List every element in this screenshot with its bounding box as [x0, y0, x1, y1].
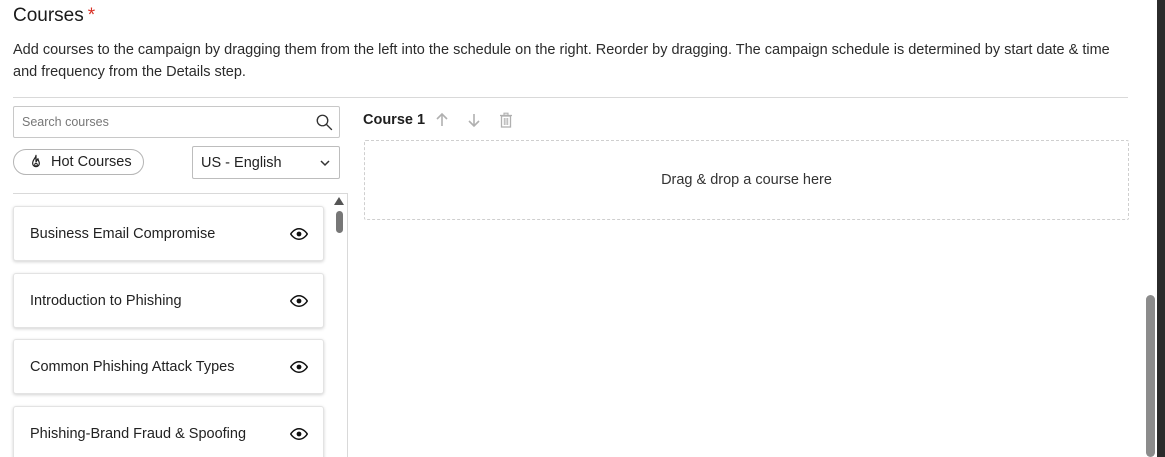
flame-icon	[32, 154, 40, 168]
course-name: Common Phishing Attack Types	[30, 358, 235, 375]
course-name: Introduction to Phishing	[30, 292, 182, 309]
list-scroll-up-arrow[interactable]	[334, 197, 344, 205]
courses-step: Courses * Add courses to the campaign by …	[0, 0, 1165, 457]
section-title-text: Courses	[13, 5, 84, 26]
eye-icon[interactable]	[290, 292, 308, 310]
chevron-down-icon	[320, 160, 330, 167]
move-up-icon[interactable]	[434, 112, 450, 128]
page-scrollbar-thumb[interactable]	[1146, 295, 1155, 457]
hot-courses-button[interactable]: Hot Courses	[13, 149, 144, 175]
course-name: Business Email Compromise	[30, 225, 216, 242]
course-name: Phishing-Brand Fraud & Spoofing	[30, 425, 247, 442]
course-dropzone[interactable]: Drag & drop a course here	[364, 140, 1129, 220]
eye-icon[interactable]	[290, 225, 308, 243]
page-scrollbar-track[interactable]	[1157, 0, 1165, 457]
eye-icon[interactable]	[290, 358, 308, 376]
filter-divider	[13, 193, 347, 194]
language-selected-value: US - English	[201, 154, 282, 171]
hot-courses-label: Hot Courses	[51, 154, 132, 170]
search-icon[interactable]	[315, 113, 333, 131]
search-box	[13, 106, 340, 138]
panel-separator	[347, 193, 348, 457]
course-card[interactable]: Business Email Compromise	[13, 206, 324, 261]
schedule-course-label: Course 1	[363, 112, 426, 128]
course-card[interactable]: Introduction to Phishing	[13, 273, 324, 328]
eye-icon[interactable]	[290, 425, 308, 443]
section-title: Courses *	[13, 5, 95, 27]
dropzone-text: Drag & drop a course here	[661, 172, 832, 188]
course-card[interactable]: Common Phishing Attack Types	[13, 339, 324, 394]
language-select[interactable]: US - English	[192, 146, 340, 179]
search-input[interactable]	[14, 107, 304, 137]
required-marker: *	[87, 5, 96, 26]
section-divider	[13, 97, 1128, 98]
section-description: Add courses to the campaign by dragging …	[13, 42, 1110, 80]
trash-icon[interactable]	[498, 112, 514, 128]
move-down-icon[interactable]	[466, 112, 482, 128]
list-scrollbar-thumb[interactable]	[336, 211, 343, 233]
course-card[interactable]: Phishing-Brand Fraud & Spoofing	[13, 406, 324, 457]
